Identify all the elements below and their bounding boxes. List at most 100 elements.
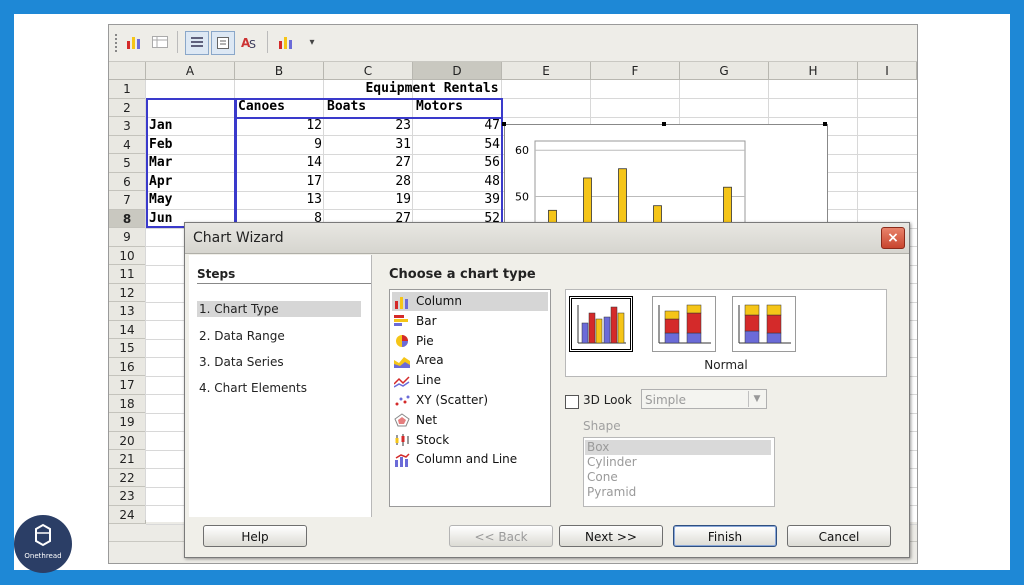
row-header-4[interactable]: 4 <box>109 135 146 154</box>
step-data-range[interactable]: 2. Data Range <box>197 328 361 344</box>
chart-type-column-and-line[interactable]: Column and Line <box>392 450 548 469</box>
chart-type-column[interactable]: Column <box>392 292 548 311</box>
data-table-icon[interactable] <box>149 31 171 53</box>
row-header-21[interactable]: 21 <box>109 450 146 469</box>
chart-type-pie[interactable]: Pie <box>392 332 548 351</box>
3d-style-value: Simple <box>645 393 686 407</box>
chart-type-label: Net <box>416 412 438 427</box>
row-header-12[interactable]: 12 <box>109 283 146 302</box>
logo-icon <box>35 523 51 547</box>
column-header-b[interactable]: B <box>235 62 324 80</box>
row-header-18[interactable]: 18 <box>109 394 146 413</box>
chart-type-net[interactable]: Net <box>392 411 548 430</box>
row-header-11[interactable]: 11 <box>109 265 146 284</box>
3d-look-checkbox[interactable] <box>565 395 579 409</box>
cancel-button[interactable]: Cancel <box>787 525 891 547</box>
chevron-down-icon[interactable]: ▼ <box>748 391 765 407</box>
logo-text: Onethread <box>24 552 62 560</box>
chart-type-label: Pie <box>416 333 434 348</box>
chart-type-line[interactable]: Line <box>392 371 548 390</box>
variant-normal[interactable] <box>569 296 633 352</box>
row-header-6[interactable]: 6 <box>109 172 146 191</box>
step-chart-type[interactable]: 1. Chart Type <box>197 301 361 317</box>
title-cell[interactable]: Equipment Rentals <box>344 80 520 98</box>
shape-list: Box Cylinder Cone Pyramid <box>583 437 775 507</box>
row-header-20[interactable]: 20 <box>109 431 146 450</box>
column-header-i[interactable]: I <box>858 62 917 80</box>
close-button[interactable]: × <box>881 227 905 249</box>
row-header-24[interactable]: 24 <box>109 505 146 524</box>
column-header-a[interactable]: A <box>146 62 235 80</box>
chart-type-bar[interactable]: Bar <box>392 312 548 331</box>
steps-heading: Steps <box>197 267 371 284</box>
column-line-chart-icon <box>394 453 410 467</box>
chart-type-label: Column <box>416 294 462 308</box>
back-button[interactable]: << Back <box>449 525 553 547</box>
svg-text:S: S <box>249 38 256 49</box>
chart-type-label: Bar <box>416 313 437 328</box>
column-header-d[interactable]: D <box>413 62 502 80</box>
shape-item-box[interactable]: Box <box>585 440 771 455</box>
corner-header[interactable] <box>109 62 146 80</box>
column-chart-icon <box>394 295 410 309</box>
chart-type-label: Area <box>416 353 444 368</box>
row-header-13[interactable]: 13 <box>109 302 146 321</box>
selection-range-data <box>235 117 503 229</box>
row-header-9[interactable]: 9 <box>109 228 146 247</box>
align-icon[interactable] <box>185 31 209 55</box>
row-header-15[interactable]: 15 <box>109 339 146 358</box>
row-header-22[interactable]: 22 <box>109 468 146 487</box>
shape-item-cylinder[interactable]: Cylinder <box>585 455 771 470</box>
column-header-f[interactable]: F <box>591 62 680 80</box>
row-header-7[interactable]: 7 <box>109 191 146 210</box>
row-header-19[interactable]: 19 <box>109 413 146 432</box>
column-header-c[interactable]: C <box>324 62 413 80</box>
row-header-10[interactable]: 10 <box>109 246 146 265</box>
row-header-1[interactable]: 1 <box>109 80 146 99</box>
chart-type-stock[interactable]: Stock <box>392 431 548 450</box>
chart-type-area[interactable]: Area <box>392 351 548 370</box>
variant-percent-stacked[interactable] <box>732 296 796 352</box>
net-chart-icon <box>394 413 410 427</box>
column-header-h[interactable]: H <box>769 62 858 80</box>
list-icon[interactable] <box>211 31 235 55</box>
stock-chart-icon <box>394 433 410 447</box>
dialog-button-bar: Help << Back Next >> Finish Cancel <box>189 519 903 553</box>
help-button[interactable]: Help <box>203 525 307 547</box>
shape-item-pyramid[interactable]: Pyramid <box>585 485 771 500</box>
toolbar-grip[interactable] <box>115 34 120 52</box>
chart-icon[interactable] <box>123 31 145 53</box>
chart-type-label: Line <box>416 373 442 388</box>
chart-type-icon[interactable] <box>275 31 297 53</box>
chart-variant-panel: Normal <box>565 289 887 377</box>
dialog-titlebar[interactable]: Chart Wizard × <box>185 223 909 254</box>
row-header-5[interactable]: 5 <box>109 154 146 173</box>
chart-type-list: Column Bar Pie Area Line XY (Scatter) Net Stock… <box>389 289 551 507</box>
choose-chart-type-heading: Choose a chart type <box>389 267 536 282</box>
row-header-16[interactable]: 16 <box>109 357 146 376</box>
3d-style-select[interactable]: Simple ▼ <box>641 389 767 409</box>
row-header-23[interactable]: 23 <box>109 487 146 506</box>
finish-button[interactable]: Finish <box>673 525 777 547</box>
variant-stacked[interactable] <box>652 296 716 352</box>
chart-type-label: Stock <box>416 432 450 447</box>
text-format-icon[interactable]: AS <box>239 31 261 53</box>
row-header-8[interactable]: 8 <box>109 209 146 228</box>
row-header-2[interactable]: 2 <box>109 98 146 117</box>
row-header-17[interactable]: 17 <box>109 376 146 395</box>
next-button[interactable]: Next >> <box>559 525 663 547</box>
row-header-14[interactable]: 14 <box>109 320 146 339</box>
dropdown-arrow-icon[interactable]: ▾ <box>305 31 319 53</box>
shape-item-cone[interactable]: Cone <box>585 470 771 485</box>
chart-type-xy-scatter[interactable]: XY (Scatter) <box>392 391 548 410</box>
3d-look-label[interactable]: 3D Look <box>583 393 632 407</box>
column-header-g[interactable]: G <box>680 62 769 80</box>
y-tick-label: 50 <box>515 190 529 203</box>
selection-range-a <box>146 98 236 228</box>
step-chart-elements[interactable]: 4. Chart Elements <box>197 380 361 396</box>
row-header-3[interactable]: 3 <box>109 117 146 136</box>
column-header-e[interactable]: E <box>502 62 591 80</box>
y-tick-label: 60 <box>515 144 529 157</box>
scatter-chart-icon <box>394 394 410 408</box>
step-data-series[interactable]: 3. Data Series <box>197 354 361 370</box>
